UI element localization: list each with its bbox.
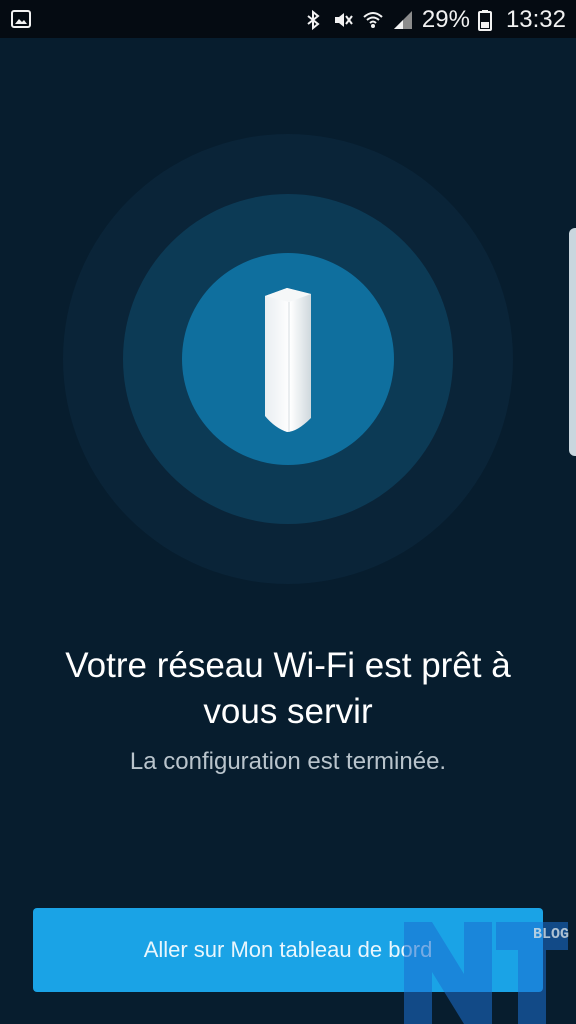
edge-panel-handle[interactable] [569,228,576,456]
status-bar: 29% 13:32 [0,0,576,38]
go-to-dashboard-label: Aller sur Mon tableau de bord [143,937,433,962]
page-title: Votre réseau Wi-Fi est prêt à vous servi… [65,646,511,731]
page-subtitle: La configuration est terminée. [129,748,447,775]
image-icon [10,8,32,30]
bluetooth-icon [302,9,324,31]
clock: 13:32 [505,6,566,33]
mesh-node-icon [255,288,319,432]
signal-icon [392,9,414,31]
wifi-icon [362,9,384,31]
hero-illustration [0,38,576,638]
battery-icon [477,9,492,31]
mute-icon [332,9,354,31]
battery-percent: 29% [421,6,470,33]
watermark-text: BLOG [533,926,570,943]
setup-complete-screen: 29% 13:32 Votre réseau Wi-Fi est prêt à … [0,0,576,1024]
